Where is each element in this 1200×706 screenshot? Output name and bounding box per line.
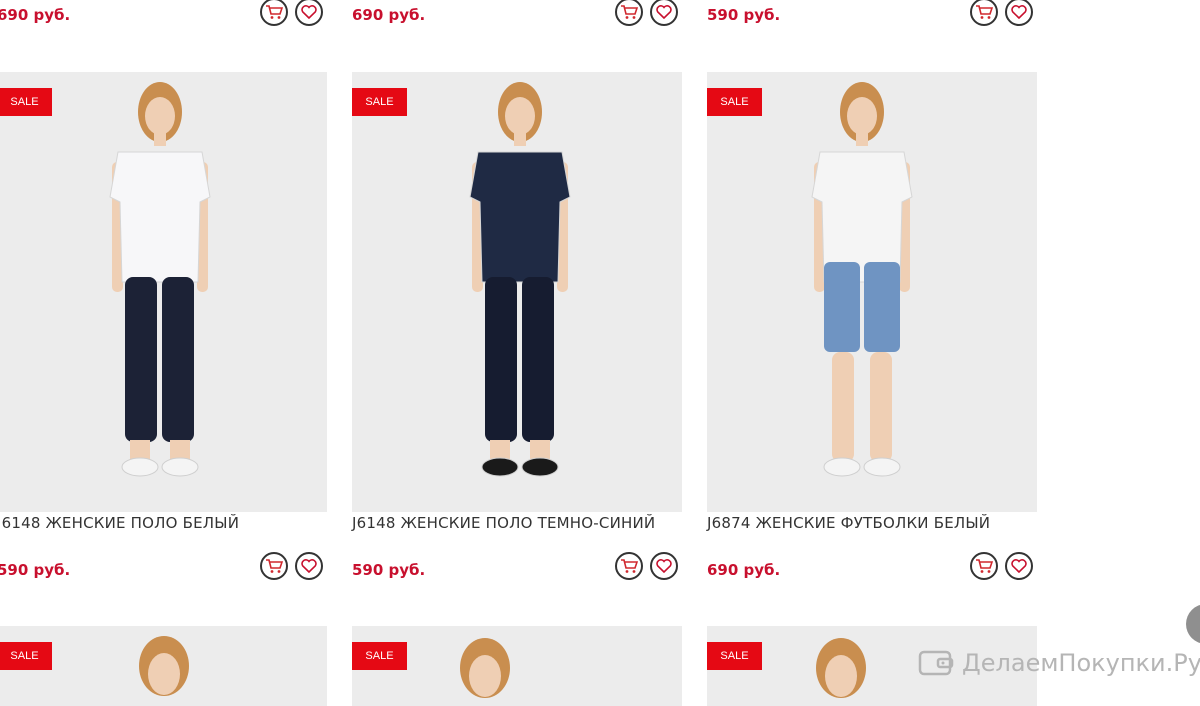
shopping-cart-icon (976, 5, 993, 19)
model-figure (811, 82, 913, 477)
favorite-button[interactable] (1005, 0, 1033, 26)
favorite-button[interactable] (650, 552, 678, 580)
add-to-cart-button[interactable] (260, 552, 288, 580)
scroll-to-top-button[interactable]: ↑ (1186, 604, 1200, 644)
model-figure (109, 82, 211, 477)
product-price: 690 руб. (707, 561, 781, 579)
product-price: 590 руб. (352, 561, 426, 579)
sale-badge: SALE (707, 642, 762, 670)
sale-badge: SALE (352, 88, 407, 116)
add-to-cart-button[interactable] (615, 552, 643, 580)
sale-badge: SALE (0, 642, 52, 670)
heart-icon (1011, 559, 1027, 573)
product-image[interactable]: SALE (352, 72, 682, 512)
favorite-button[interactable] (650, 0, 678, 26)
watermark: ДелаемПокупки.Ру (918, 646, 1200, 680)
product-name[interactable]: J6874 ЖЕНСКИЕ ФУТБОЛКИ БЕЛЫЙ (707, 514, 990, 532)
product-price: 690 руб. (352, 6, 426, 24)
heart-icon (656, 5, 672, 19)
favorite-button[interactable] (295, 0, 323, 26)
sale-badge: SALE (0, 88, 52, 116)
shopping-cart-icon (976, 559, 993, 573)
product-price: 690 руб. (0, 6, 71, 24)
heart-icon (301, 5, 317, 19)
product-name[interactable]: J6148 ЖЕНСКИЕ ПОЛО БЕЛЫЙ (0, 514, 239, 532)
heart-icon (656, 559, 672, 573)
add-to-cart-button[interactable] (970, 0, 998, 26)
heart-icon (1011, 5, 1027, 19)
product-price: 590 руб. (707, 6, 781, 24)
heart-icon (301, 559, 317, 573)
product-image[interactable]: SALE (0, 72, 327, 512)
product-price: 590 руб. (0, 561, 71, 579)
add-to-cart-button[interactable] (615, 0, 643, 26)
product-image[interactable]: SALE (707, 72, 1037, 512)
shopping-cart-icon (621, 5, 638, 19)
product-image[interactable]: SALE (352, 626, 682, 706)
favorite-button[interactable] (295, 552, 323, 580)
watermark-text: ДелаемПокупки.Ру (962, 649, 1200, 677)
add-to-cart-button[interactable] (970, 552, 998, 580)
shopping-cart-icon (266, 5, 283, 19)
sale-badge: SALE (352, 642, 407, 670)
product-name[interactable]: J6148 ЖЕНСКИЕ ПОЛО ТЕМНО-СИНИЙ (352, 514, 655, 532)
wallet-icon (918, 650, 954, 676)
favorite-button[interactable] (1005, 552, 1033, 580)
model-figure (469, 82, 571, 477)
add-to-cart-button[interactable] (260, 0, 288, 26)
sale-badge: SALE (707, 88, 762, 116)
shopping-cart-icon (621, 559, 638, 573)
product-image[interactable]: SALE (0, 626, 327, 706)
shopping-cart-icon (266, 559, 283, 573)
